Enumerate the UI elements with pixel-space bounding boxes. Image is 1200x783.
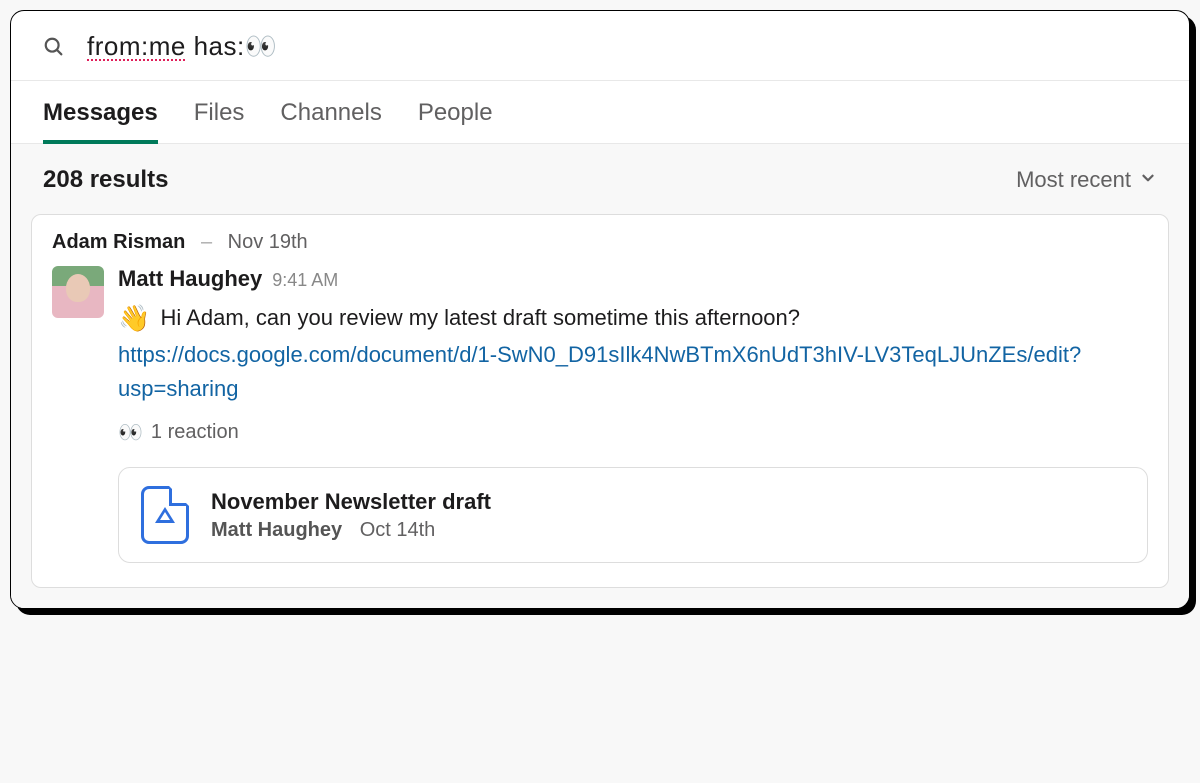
tab-channels[interactable]: Channels xyxy=(280,99,381,143)
eyes-emoji: 👀 xyxy=(118,420,143,445)
chevron-down-icon xyxy=(1139,167,1157,193)
tab-files[interactable]: Files xyxy=(194,99,245,143)
attachment-author: Matt Haughey xyxy=(211,519,342,541)
search-results-window: from:me has:👀 Messages Files Channels Pe… xyxy=(10,10,1190,609)
attachment-title: November Newsletter draft xyxy=(211,489,491,515)
attachment-card[interactable]: November Newsletter draft Matt Haughey O… xyxy=(118,467,1148,563)
results-header: 208 results Most recent xyxy=(11,144,1189,214)
results-list: Adam Risman – Nov 19th Matt Haughey 9:41… xyxy=(11,214,1189,608)
separator: – xyxy=(201,231,212,253)
search-query-suffix: has: xyxy=(186,31,245,61)
context-author: Adam Risman xyxy=(52,231,185,253)
message-link[interactable]: https://docs.google.com/document/d/1-SwN… xyxy=(118,342,1081,401)
result-card[interactable]: Adam Risman – Nov 19th Matt Haughey 9:41… xyxy=(31,214,1169,588)
search-query-prefix: from:me xyxy=(87,31,186,61)
message-content: Hi Adam, can you review my latest draft … xyxy=(161,305,801,330)
tab-messages[interactable]: Messages xyxy=(43,99,158,143)
attachment-date: Oct 14th xyxy=(360,519,436,541)
results-count: 208 results xyxy=(43,166,168,194)
search-icon xyxy=(43,36,65,58)
reaction-row[interactable]: 👀 1 reaction xyxy=(118,420,1148,445)
message-body: Matt Haughey 9:41 AM 👋 Hi Adam, can you … xyxy=(118,266,1148,563)
avatar[interactable] xyxy=(52,266,104,318)
attachment-meta: Matt Haughey Oct 14th xyxy=(211,519,491,542)
context-date: Nov 19th xyxy=(228,231,308,253)
google-drive-file-icon xyxy=(141,486,189,544)
message-author[interactable]: Matt Haughey xyxy=(118,266,262,292)
tab-people[interactable]: People xyxy=(418,99,493,143)
message-time: 9:41 AM xyxy=(272,270,338,291)
search-query-emoji: 👀 xyxy=(245,31,278,61)
search-tabs: Messages Files Channels People xyxy=(11,81,1189,144)
search-bar: from:me has:👀 xyxy=(11,11,1189,81)
result-context: Adam Risman – Nov 19th xyxy=(52,231,1148,254)
attachment-info: November Newsletter draft Matt Haughey O… xyxy=(211,489,491,542)
reaction-count: 1 reaction xyxy=(151,421,239,444)
sort-dropdown[interactable]: Most recent xyxy=(1016,167,1157,193)
wave-emoji: 👋 xyxy=(118,303,150,333)
sort-label: Most recent xyxy=(1016,167,1131,193)
message-text: 👋 Hi Adam, can you review my latest draf… xyxy=(118,298,1148,406)
search-input[interactable]: from:me has:👀 xyxy=(87,31,1157,62)
message-header: Matt Haughey 9:41 AM xyxy=(118,266,1148,292)
message-row: Matt Haughey 9:41 AM 👋 Hi Adam, can you … xyxy=(52,266,1148,563)
